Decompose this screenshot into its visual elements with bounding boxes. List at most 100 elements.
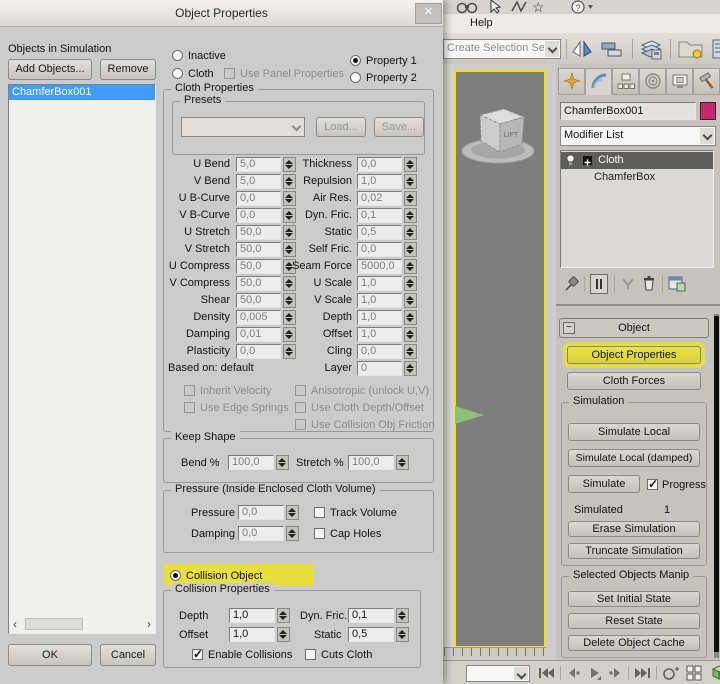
param-field: 0,0 xyxy=(236,208,281,223)
select-cursor-icon[interactable] xyxy=(488,0,502,14)
previous-frame-icon[interactable] xyxy=(566,667,581,682)
collision-object-radio[interactable] xyxy=(170,570,181,581)
tab-utilities[interactable] xyxy=(693,68,720,95)
tab-display[interactable] xyxy=(666,68,693,95)
render-setup-icon[interactable] xyxy=(676,37,706,64)
ok-button[interactable]: OK xyxy=(8,644,92,666)
expand-plus-icon[interactable] xyxy=(583,156,592,165)
track-bar[interactable] xyxy=(444,647,546,661)
spinner-icon[interactable] xyxy=(396,627,409,642)
list-item-selected[interactable]: ChamferBox001 xyxy=(9,85,155,100)
chevron-down-icon[interactable] xyxy=(514,667,528,680)
scrollbar-thumb[interactable] xyxy=(25,618,83,630)
spinner-icon xyxy=(286,526,299,541)
group-title: Simulation xyxy=(569,395,628,407)
chevron-down-icon[interactable] xyxy=(545,41,559,57)
mirror-icon[interactable] xyxy=(570,39,594,62)
goto-end-icon[interactable] xyxy=(634,667,651,682)
named-selection-set-combo[interactable]: Create Selection Se xyxy=(443,39,561,59)
property2-radio[interactable] xyxy=(350,72,361,83)
add-objects-button[interactable]: Add Objects... xyxy=(8,59,92,80)
key-mode-toggle-icon[interactable] xyxy=(662,665,680,684)
tab-hierarchy[interactable] xyxy=(612,68,639,95)
tab-modify[interactable] xyxy=(585,68,612,95)
modifier-list-combo[interactable]: Modifier List xyxy=(560,126,716,146)
help-icon[interactable]: ? xyxy=(570,0,594,14)
scroll-right-icon[interactable]: › xyxy=(147,617,151,631)
param-field: 50,0 xyxy=(236,242,281,257)
close-icon[interactable]: ✕ xyxy=(415,3,442,24)
goto-start-icon[interactable] xyxy=(538,667,555,682)
chevron-down-icon[interactable] xyxy=(700,128,714,144)
zoom-extents-icon[interactable] xyxy=(710,664,720,684)
remove-button[interactable]: Remove xyxy=(100,59,156,80)
enable-collisions-label: Enable Collisions xyxy=(208,649,292,662)
show-end-result-icon[interactable] xyxy=(590,274,608,294)
dyn-fric-field[interactable]: 0,1 xyxy=(348,608,394,623)
spinner-icon xyxy=(404,310,417,325)
cloth-forces-button[interactable]: Cloth Forces xyxy=(567,372,701,390)
inactive-radio[interactable] xyxy=(172,50,183,61)
remove-modifier-icon[interactable] xyxy=(642,275,656,295)
set-initial-state-button[interactable]: Set Initial State xyxy=(568,591,700,607)
simulate-button[interactable]: Simulate xyxy=(568,475,640,493)
pin-stack-icon[interactable] xyxy=(564,276,580,295)
pressure-label: Pressure xyxy=(191,507,235,520)
stack-item-chamferbox[interactable]: ChamferBox xyxy=(561,169,713,186)
list-hscrollbar[interactable]: ‹ › xyxy=(11,617,153,631)
cancel-button[interactable]: Cancel xyxy=(100,644,156,666)
align-icon[interactable] xyxy=(600,39,624,62)
dialog-titlebar[interactable]: Object Properties ✕ xyxy=(0,0,443,27)
cuts-cloth-checkbox[interactable] xyxy=(305,649,316,660)
layer-manager-icon[interactable] xyxy=(638,37,664,64)
next-frame-icon[interactable] xyxy=(608,667,623,682)
simulate-local-button[interactable]: Simulate Local xyxy=(568,423,700,441)
make-unique-icon[interactable] xyxy=(620,276,636,295)
reset-state-button[interactable]: Reset State xyxy=(568,613,700,629)
scrollbar-thumb[interactable] xyxy=(714,316,719,652)
static-field[interactable]: 0,5 xyxy=(348,627,394,642)
viewport[interactable]: LIFT xyxy=(454,70,546,648)
zoom-region-icon[interactable] xyxy=(686,665,704,684)
cloth-radio[interactable] xyxy=(172,68,183,79)
tab-create[interactable] xyxy=(558,68,585,95)
time-combo[interactable] xyxy=(466,665,530,682)
erase-simulation-button[interactable]: Erase Simulation xyxy=(568,521,700,537)
depth-field[interactable]: 1,0 xyxy=(229,608,275,623)
based-on-label: Based on: default xyxy=(168,362,254,375)
spinner-icon[interactable] xyxy=(277,608,290,623)
delete-object-cache-button[interactable]: Delete Object Cache xyxy=(568,635,700,651)
collapse-minus-icon[interactable]: − xyxy=(563,322,575,334)
spinner-icon xyxy=(404,174,417,189)
scroll-left-icon[interactable]: ‹ xyxy=(13,617,17,631)
param-field: 5,0 xyxy=(236,157,281,172)
panel-scrollbar[interactable] xyxy=(714,314,719,658)
fence-select-icon[interactable] xyxy=(510,0,528,14)
simulate-local-damped-button[interactable]: Simulate Local (damped) xyxy=(568,449,700,467)
star-icon[interactable]: ☆ xyxy=(532,0,545,14)
param-field: 0,0 xyxy=(357,344,402,359)
cap-holes-checkbox[interactable] xyxy=(314,528,325,539)
offset-field[interactable]: 1,0 xyxy=(229,627,275,642)
param-row: Plasticity0,0Cling0,0 xyxy=(0,344,443,360)
configure-modifier-sets-icon[interactable] xyxy=(668,275,686,295)
object-rollout-header[interactable]: − Object xyxy=(559,318,709,338)
param-field: 0,005 xyxy=(236,310,281,325)
menu-help[interactable]: Help xyxy=(470,17,493,30)
spinner-icon[interactable] xyxy=(277,627,290,642)
lightbulb-icon[interactable] xyxy=(565,154,576,167)
track-volume-checkbox[interactable] xyxy=(314,507,325,518)
property1-radio[interactable] xyxy=(350,55,361,66)
progress-checkbox[interactable] xyxy=(647,479,658,490)
object-properties-button[interactable]: Object Properties xyxy=(567,346,701,364)
tab-motion[interactable] xyxy=(639,68,666,95)
truncate-simulation-button[interactable]: Truncate Simulation xyxy=(568,543,700,559)
spinner-icon xyxy=(404,208,417,223)
play-icon[interactable] xyxy=(588,667,602,683)
find-binoculars-icon[interactable] xyxy=(456,0,478,14)
object-name-field[interactable]: ChamferBox001 xyxy=(560,102,696,120)
object-color-swatch[interactable] xyxy=(700,102,716,120)
spinner-icon[interactable] xyxy=(396,608,409,623)
stack-item-cloth[interactable]: Cloth xyxy=(561,152,713,169)
enable-collisions-checkbox[interactable] xyxy=(192,649,203,660)
